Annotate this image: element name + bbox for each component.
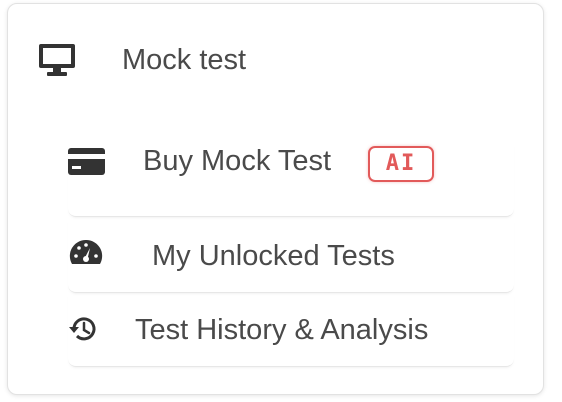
monitor-icon — [39, 44, 75, 76]
menu-item-test-history[interactable]: Test History & Analysis — [68, 293, 514, 367]
mock-test-menu: Mock test Buy Mock Test AI My Unlocked T… — [7, 3, 544, 395]
mock-test-header[interactable]: Mock test — [8, 4, 545, 116]
my-unlocked-tests-label: My Unlocked Tests — [152, 240, 395, 272]
menu-item-buy-mock-test[interactable]: Buy Mock Test AI — [68, 143, 514, 217]
credit-card-icon — [68, 148, 105, 175]
history-icon — [69, 317, 96, 341]
test-history-label: Test History & Analysis — [135, 314, 429, 346]
buy-mock-test-label: Buy Mock Test — [143, 145, 332, 177]
menu-item-my-unlocked-tests[interactable]: My Unlocked Tests — [68, 219, 514, 293]
menu-title: Mock test — [122, 44, 247, 76]
ai-badge: AI — [368, 146, 434, 182]
speedometer-icon — [69, 239, 103, 264]
